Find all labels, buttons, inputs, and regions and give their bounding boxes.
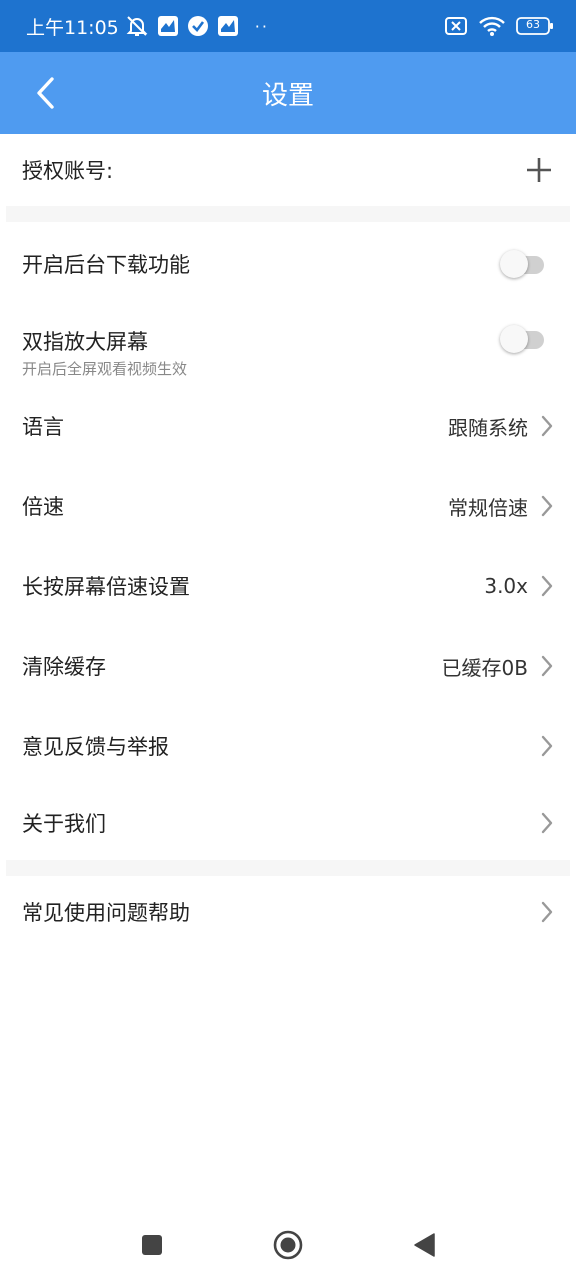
section-divider [6, 206, 570, 222]
about-row[interactable]: 关于我们 [0, 786, 576, 860]
about-label: 关于我们 [22, 812, 106, 836]
nav-back-button[interactable] [404, 1225, 444, 1265]
back-triangle-icon [414, 1233, 435, 1257]
feedback-row[interactable]: 意见反馈与举报 [0, 706, 576, 786]
wifi-icon [479, 16, 505, 36]
app-notification-icon [157, 16, 178, 36]
recents-square-icon [142, 1235, 162, 1255]
speed-row[interactable]: 倍速 常规倍速 [0, 466, 576, 546]
system-nav-bar [0, 1210, 576, 1280]
chevron-left-icon [37, 77, 54, 109]
background-download-label: 开启后台下载功能 [22, 253, 190, 277]
language-value: 跟随系统 [448, 415, 528, 440]
language-label: 语言 [22, 415, 64, 439]
add-account-button[interactable] [522, 153, 556, 187]
pinch-zoom-row[interactable]: 双指放大屏幕 开启后全屏观看视频生效 [0, 306, 576, 386]
app-notification-icon [217, 16, 238, 36]
status-time: 上午11:05 [26, 16, 119, 39]
battery-level: 63 [526, 18, 540, 31]
plus-icon [527, 158, 551, 182]
status-bar: 上午11:05 ·· 63 [0, 0, 576, 52]
long-press-speed-row[interactable]: 长按屏幕倍速设置 3.0x [0, 546, 576, 626]
app-header: 设置 [0, 52, 576, 134]
home-button[interactable] [268, 1225, 308, 1265]
clear-cache-row[interactable]: 清除缓存 已缓存0B [0, 626, 576, 706]
chevron-right-icon [541, 575, 553, 597]
clear-cache-value: 已缓存0B [441, 655, 528, 680]
speed-label: 倍速 [22, 495, 64, 519]
clear-cache-label: 清除缓存 [22, 655, 106, 679]
status-icons-right: 63 [444, 15, 554, 37]
back-button[interactable] [26, 74, 64, 112]
page-title: 设置 [261, 80, 314, 111]
language-row[interactable]: 语言 跟随系统 [0, 386, 576, 466]
pinch-zoom-toggle[interactable] [500, 325, 546, 353]
home-circle-icon [273, 1230, 303, 1260]
mute-bell-icon [126, 16, 148, 36]
pinch-zoom-label: 双指放大屏幕 [22, 330, 148, 354]
auth-account-row: 授权账号: [0, 134, 576, 206]
section-divider [6, 860, 570, 876]
chevron-right-icon [541, 655, 553, 677]
battery-icon: 63 [516, 17, 554, 35]
background-download-row[interactable]: 开启后台下载功能 [0, 222, 576, 306]
no-sim-icon [445, 17, 467, 35]
help-label: 常见使用问题帮助 [22, 901, 190, 925]
recents-button[interactable] [132, 1225, 172, 1265]
feedback-label: 意见反馈与举报 [22, 735, 169, 759]
chevron-right-icon [541, 812, 553, 834]
check-circle-icon [187, 16, 208, 36]
status-more-dots: ·· [254, 16, 269, 36]
chevron-right-icon [541, 735, 553, 757]
speed-value: 常规倍速 [448, 495, 528, 520]
long-press-speed-label: 长按屏幕倍速设置 [22, 575, 190, 599]
background-download-toggle[interactable] [500, 250, 546, 278]
chevron-right-icon [541, 901, 553, 923]
help-row[interactable]: 常见使用问题帮助 [0, 876, 576, 948]
chevron-right-icon [541, 415, 553, 437]
chevron-right-icon [541, 495, 553, 517]
auth-account-label: 授权账号: [22, 159, 114, 183]
long-press-speed-value: 3.0x [484, 574, 528, 598]
pinch-zoom-sublabel: 开启后全屏观看视频生效 [22, 360, 188, 378]
status-icons-left: ·· [125, 14, 269, 38]
